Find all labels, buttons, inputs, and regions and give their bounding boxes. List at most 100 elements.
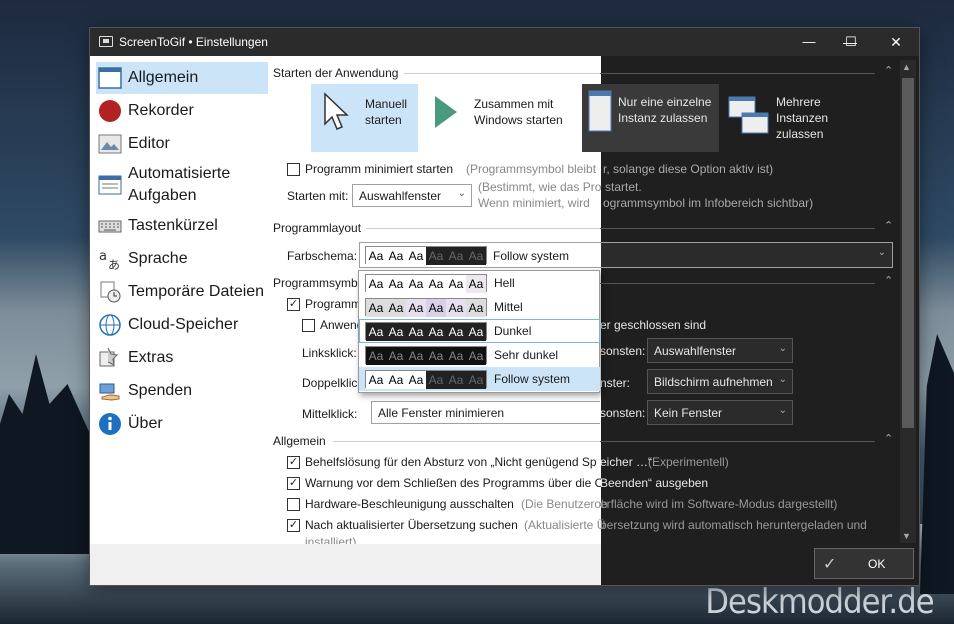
sidebar-item-cloud-speicher[interactable]: Cloud-Speicher (96, 309, 268, 341)
keyboard-icon (98, 220, 122, 233)
translation-update-hint: bersetzung wird automatisch heruntergela… (600, 518, 867, 532)
combobox-value: Alle Fenster minimieren (378, 406, 505, 420)
theme-option-hell[interactable]: Aa Aa Aa Aa Aa Aa Hell (359, 271, 600, 295)
sidebar-item-tastenkuerzel[interactable]: Tastenkürzel (96, 210, 268, 242)
close-to-tray-label: Anwend (320, 318, 364, 332)
close-to-tray-label: er geschlossen sind (600, 318, 707, 332)
collapse-icon[interactable]: ⌃ (884, 432, 893, 445)
minimize-button[interactable]: — (786, 28, 832, 56)
divider (366, 228, 600, 229)
theme-swatch: Aa Aa Aa Aa Aa Aa (365, 346, 487, 365)
sidebar-item-rekorder[interactable]: Rekorder (96, 95, 268, 127)
tray-checkbox-label: Programm (305, 297, 362, 311)
app-icon (99, 36, 113, 47)
donate-icon (99, 383, 120, 401)
close-to-tray-checkbox[interactable] (302, 319, 315, 332)
section-header-general: Allgemein (273, 434, 326, 448)
sidebar-item-temporaere-dateien[interactable]: Temporäre Dateien (96, 276, 268, 308)
hw-accel-hint: (Die Benutzerob (521, 497, 608, 511)
tray-checkbox[interactable] (287, 298, 300, 311)
maximize-button[interactable]: ☐ (828, 28, 874, 56)
sidebar-item-spenden[interactable]: Spenden (96, 375, 268, 407)
theme-option-sehr-dunkel[interactable]: Aa Aa Aa Aa Aa Aa Sehr dunkel (359, 343, 600, 367)
scroll-down-icon[interactable]: ▼ (902, 531, 911, 541)
manual-start-button[interactable]: Manuell starten (311, 84, 418, 152)
cursor-icon (324, 92, 349, 130)
ok-label: OK (868, 557, 886, 571)
section-header-layout: Programmlayout (273, 221, 362, 235)
single-window-icon (588, 90, 612, 132)
translation-update-hint: installiert) (305, 535, 357, 544)
scrollbar-thumb[interactable] (902, 78, 914, 428)
divider (600, 283, 875, 284)
collapse-icon[interactable]: ⌃ (884, 274, 893, 287)
theme-swatch: Aa Aa Aa Aa Aa Aa (365, 274, 487, 293)
theme-option-mittel[interactable]: Aa Aa Aa Aa Aa Aa Mittel (359, 295, 600, 319)
windows-start-button[interactable]: Zusammen mit Windows starten (423, 84, 573, 152)
theme-option-follow-system[interactable]: Aa Aa Aa Aa Aa Aa Follow system (359, 367, 600, 391)
theme-swatch: Aa Aa Aa Aa Aa Aa (365, 298, 487, 317)
close-warning-checkbox[interactable] (287, 477, 300, 490)
scroll-up-icon[interactable]: ▲ (902, 62, 911, 72)
start-with-hint: (Bestimmt, wie das Pro (478, 180, 602, 194)
chevron-down-icon: ⌄ (778, 374, 787, 385)
hw-accel-checkbox[interactable] (287, 498, 300, 511)
temp-files-icon (100, 281, 121, 303)
tasks-icon (98, 175, 122, 195)
option-label: sonsten: (600, 406, 646, 420)
middle-click-label: Mittelklick: (302, 407, 358, 421)
minimize-icon: — (802, 34, 816, 49)
window-title: ScreenToGif • Einstellungen (119, 35, 268, 49)
multi-instance-button[interactable]: Mehrere Instanzen zulassen (726, 84, 866, 152)
close-button[interactable]: ✕ (873, 28, 919, 56)
start-with-label: Starten mit: (287, 189, 349, 203)
start-minimized-label: Programm minimiert starten (305, 162, 454, 176)
theme-option-dunkel[interactable]: Aa Aa Aa Aa Aa Aa Dunkel (359, 319, 600, 343)
info-icon (99, 413, 121, 435)
option-combobox[interactable]: Kein Fenster ⌄ (647, 400, 793, 425)
scrollbar[interactable]: ▲ ▼ (900, 60, 916, 543)
collapse-icon[interactable]: ⌃ (884, 219, 893, 232)
record-icon (99, 100, 121, 122)
ok-button[interactable]: ✓ OK (814, 548, 914, 579)
divider (600, 441, 875, 442)
play-icon (435, 96, 457, 128)
chevron-down-icon: ⌄ (877, 247, 886, 258)
crash-workaround-checkbox[interactable] (287, 456, 300, 469)
sidebar-item-sprache[interactable]: aあ Sprache (96, 243, 268, 275)
maximize-icon: ☐ (845, 34, 857, 49)
watermark: Deskmodder.de (705, 582, 935, 622)
extras-icon (99, 347, 119, 367)
close-warning-label: Beenden“ ausgeben (600, 476, 709, 490)
sidebar-item-editor[interactable]: Editor (96, 128, 268, 160)
start-minimized-hint: r, solange diese Option aktiv ist) (603, 162, 774, 176)
double-click-label: Doppelklic (302, 376, 358, 390)
section-header-startup: Starten der Anwendung (273, 66, 399, 80)
option-label: sonsten: (600, 344, 646, 358)
single-instance-button[interactable]: Nur eine einzelne Instanz zulassen (582, 84, 719, 152)
multi-window-icon (728, 96, 769, 134)
sidebar: Allgemein Rekorder Editor Automatisierte… (90, 56, 271, 572)
start-with-combobox[interactable]: Auswahlfenster ⌄ (352, 184, 472, 207)
option-combobox[interactable]: Bildschirm aufnehmen ⌄ (647, 369, 793, 394)
sidebar-item-ueber[interactable]: Über (96, 408, 268, 440)
start-minimized-checkbox[interactable] (287, 163, 300, 176)
start-with-hint: ogrammsymbol im Infobereich sichtbar) (603, 196, 814, 210)
collapse-icon[interactable]: ⌃ (884, 64, 893, 77)
combobox-value: Follow system (493, 249, 570, 263)
window-icon (98, 67, 122, 89)
chevron-down-icon: ⌄ (778, 343, 787, 354)
hw-accel-hint: erfläche wird im Software-Modus dargeste… (600, 497, 838, 511)
translation-update-checkbox[interactable] (287, 519, 300, 532)
color-scheme-combobox[interactable]: Aa Aa Aa Aa Aa Aa Follow system ⌄ (359, 242, 893, 268)
sidebar-item-automatisierte-aufgaben[interactable]: Automatisierte Aufgaben (96, 161, 268, 209)
left-click-label: Linksklick: (302, 346, 357, 360)
middle-click-combobox[interactable]: Alle Fenster minimieren (371, 401, 600, 424)
start-with-hint: startet. (605, 180, 642, 194)
sidebar-item-allgemein[interactable]: Allgemein (96, 62, 268, 94)
theme-swatch: Aa Aa Aa Aa Aa Aa (365, 370, 487, 389)
option-label: nster: (600, 376, 631, 390)
svg-text:a: a (99, 249, 107, 264)
option-combobox[interactable]: Auswahlfenster ⌄ (647, 338, 793, 363)
sidebar-item-extras[interactable]: Extras (96, 342, 268, 374)
